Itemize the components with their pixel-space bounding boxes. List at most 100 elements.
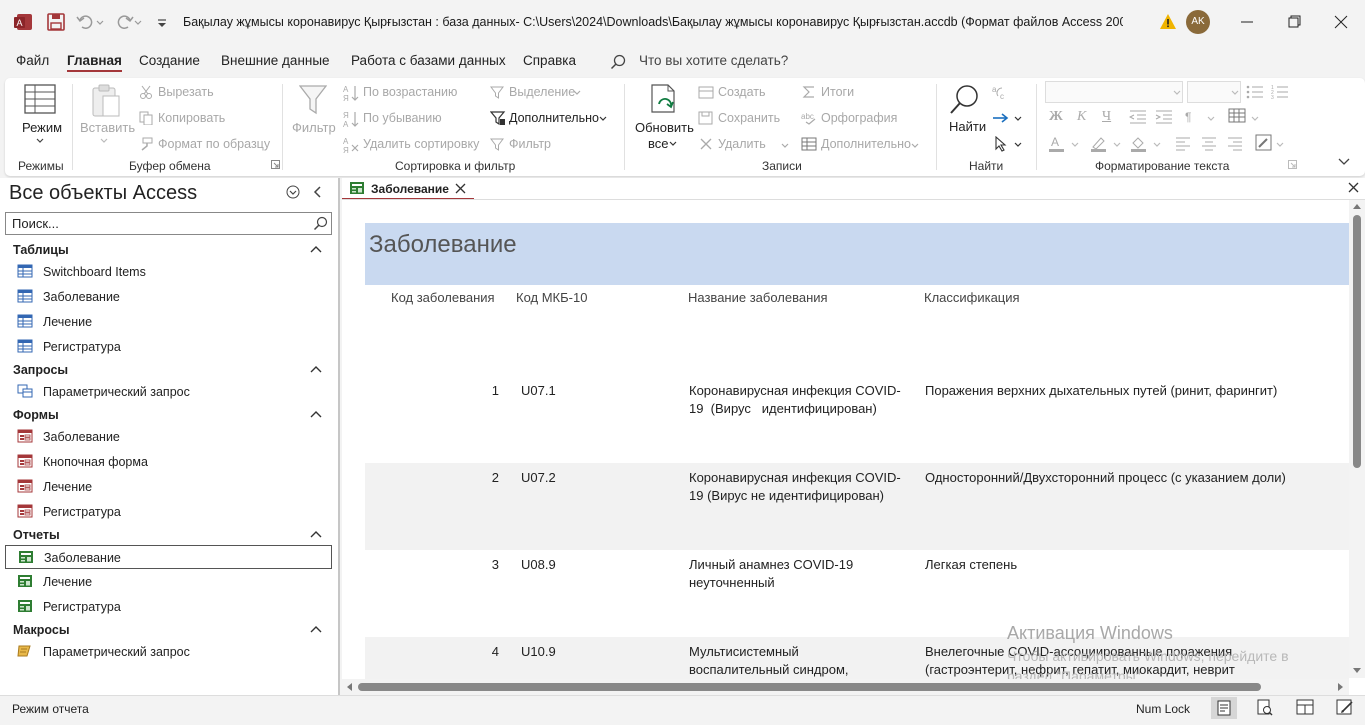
advanced-filter-icon[interactable] <box>490 110 506 126</box>
report-view-button[interactable] <box>1211 697 1237 719</box>
select-dropdown-icon[interactable] <box>1014 142 1022 148</box>
access-logo-icon: A <box>14 12 34 32</box>
group-records-label: Записи <box>762 159 802 173</box>
paste-button: Вставить <box>80 120 136 135</box>
undo-dropdown-icon[interactable] <box>96 12 106 32</box>
refresh-dropdown-icon[interactable] <box>669 141 677 147</box>
redo-dropdown-icon[interactable] <box>134 12 144 32</box>
scroll-up-icon[interactable] <box>1353 203 1361 209</box>
nav-menu-icon[interactable] <box>286 185 300 199</box>
nav-section-macros[interactable]: Макросы <box>13 623 70 637</box>
undo-icon[interactable] <box>76 12 96 32</box>
nav-table-zabolevanie[interactable]: Заболевание <box>15 285 332 309</box>
advanced-filter-button[interactable]: Дополнительно <box>509 111 599 125</box>
menu-database-tools[interactable]: Работа с базами данных <box>351 53 506 68</box>
totals-button: Итоги <box>821 85 855 99</box>
customize-qat-icon[interactable] <box>155 12 169 32</box>
refresh-all-button[interactable]: Обновить <box>635 120 694 135</box>
view-icon[interactable] <box>24 84 56 114</box>
col-header-icd: Код МКБ-10 <box>516 290 588 305</box>
find-icon[interactable] <box>949 84 981 116</box>
nav-report-lechenie[interactable]: Лечение <box>15 570 332 594</box>
menu-file[interactable]: Файл <box>16 53 49 68</box>
status-view-mode: Режим отчета <box>12 702 89 716</box>
redo-icon[interactable] <box>114 12 134 32</box>
vertical-scroll-thumb[interactable] <box>1353 215 1361 468</box>
print-preview-icon[interactable] <box>1257 699 1273 717</box>
collapse-macros-icon[interactable] <box>309 625 323 635</box>
select-icon[interactable] <box>994 136 1008 152</box>
nav-section-reports[interactable]: Отчеты <box>13 528 60 542</box>
col-header-name: Название заболевания <box>688 290 828 305</box>
search-icon[interactable] <box>313 216 328 231</box>
selection-dropdown-icon <box>573 90 581 96</box>
nav-table-registratura[interactable]: Регистратура <box>15 335 332 359</box>
advanced-dropdown-icon[interactable] <box>599 116 607 122</box>
close-document-icon[interactable] <box>1348 182 1359 193</box>
nav-query-parametric[interactable]: Параметрический запрос <box>15 380 332 404</box>
more-dropdown-icon <box>911 143 919 149</box>
collapse-reports-icon[interactable] <box>309 530 323 540</box>
scroll-left-icon[interactable] <box>346 683 352 691</box>
nav-section-forms[interactable]: Формы <box>13 408 59 422</box>
nav-form-lechenie[interactable]: Лечение <box>15 475 332 499</box>
close-tab-icon[interactable] <box>455 183 466 194</box>
nav-form-knopochnaya[interactable]: Кнопочная форма <box>15 450 332 474</box>
tab-zabolevanie[interactable]: Заболевание <box>342 178 474 200</box>
collapse-tables-icon[interactable] <box>309 245 323 255</box>
restore-icon[interactable] <box>1284 12 1304 32</box>
goto-icon[interactable] <box>992 110 1010 126</box>
find-button[interactable]: Найти <box>949 119 986 134</box>
view-button[interactable]: Режим <box>22 120 62 135</box>
refresh-all-icon[interactable] <box>649 84 679 116</box>
avatar[interactable]: AK <box>1186 10 1210 34</box>
goto-dropdown-icon[interactable] <box>1014 116 1022 122</box>
clipboard-launcher-icon[interactable] <box>271 160 280 169</box>
tell-me-input[interactable]: Что вы хотите сделать? <box>639 53 788 68</box>
numbering-icon: 123 <box>1271 84 1289 100</box>
copy-button: Копировать <box>158 111 226 125</box>
svg-text:abc: abc <box>801 112 814 121</box>
design-view-icon[interactable] <box>1336 699 1354 715</box>
menu-create[interactable]: Создание <box>139 53 200 68</box>
nav-table-lechenie[interactable]: Лечение <box>15 310 332 334</box>
nav-table-switchboard-items[interactable]: Switchboard Items <box>15 260 332 284</box>
menu-external-data[interactable]: Внешние данные <box>221 53 330 68</box>
nav-item-label: Лечение <box>43 480 93 494</box>
scroll-down-icon[interactable] <box>1353 668 1361 674</box>
nav-report-registratura[interactable]: Регистратура <box>15 595 332 619</box>
nav-section-queries[interactable]: Запросы <box>13 363 68 377</box>
save-icon[interactable] <box>46 12 66 32</box>
collapse-ribbon-icon[interactable] <box>1338 158 1350 166</box>
lightbulb-search-icon <box>610 54 626 70</box>
menu-home[interactable]: Главная <box>67 53 122 72</box>
nav-search-input[interactable]: Поиск... <box>5 212 332 235</box>
horizontal-scroll-thumb[interactable] <box>358 683 1261 691</box>
nav-search-placeholder: Поиск... <box>12 216 59 231</box>
remove-sort-button: Удалить сортировку <box>363 137 480 151</box>
nav-macro-parametric[interactable]: Параметрический запрос <box>15 640 332 664</box>
close-window-icon[interactable] <box>1331 12 1351 32</box>
col-header-classification: Классификация <box>924 290 1020 305</box>
refresh-all-button-line2[interactable]: все <box>648 136 669 151</box>
shutter-bar-close-icon[interactable] <box>312 186 324 198</box>
warning-icon[interactable] <box>1159 13 1177 30</box>
text-format-launcher-icon[interactable] <box>1288 160 1297 169</box>
collapse-queries-icon[interactable] <box>309 365 323 375</box>
menu-help[interactable]: Справка <box>523 53 576 68</box>
format-painter-button: Формат по образцу <box>158 137 271 151</box>
nav-report-zabolevanie[interactable]: Заболевание <box>5 545 332 569</box>
minimize-icon[interactable] <box>1237 12 1257 32</box>
layout-view-icon[interactable] <box>1296 699 1314 715</box>
collapse-forms-icon[interactable] <box>309 410 323 420</box>
view-dropdown-icon[interactable] <box>36 138 44 144</box>
svg-text:c: c <box>1000 92 1004 100</box>
nav-section-tables[interactable]: Таблицы <box>13 243 69 257</box>
new-record-button: Создать <box>718 85 766 99</box>
query-icon <box>17 384 33 398</box>
nav-pane-title[interactable]: Все объекты Access <box>9 182 197 205</box>
scroll-right-icon[interactable] <box>1338 683 1344 691</box>
nav-form-zabolevanie[interactable]: Заболевание <box>15 425 332 449</box>
totals-icon <box>802 85 816 99</box>
nav-form-registratura[interactable]: Регистратура <box>15 500 332 524</box>
